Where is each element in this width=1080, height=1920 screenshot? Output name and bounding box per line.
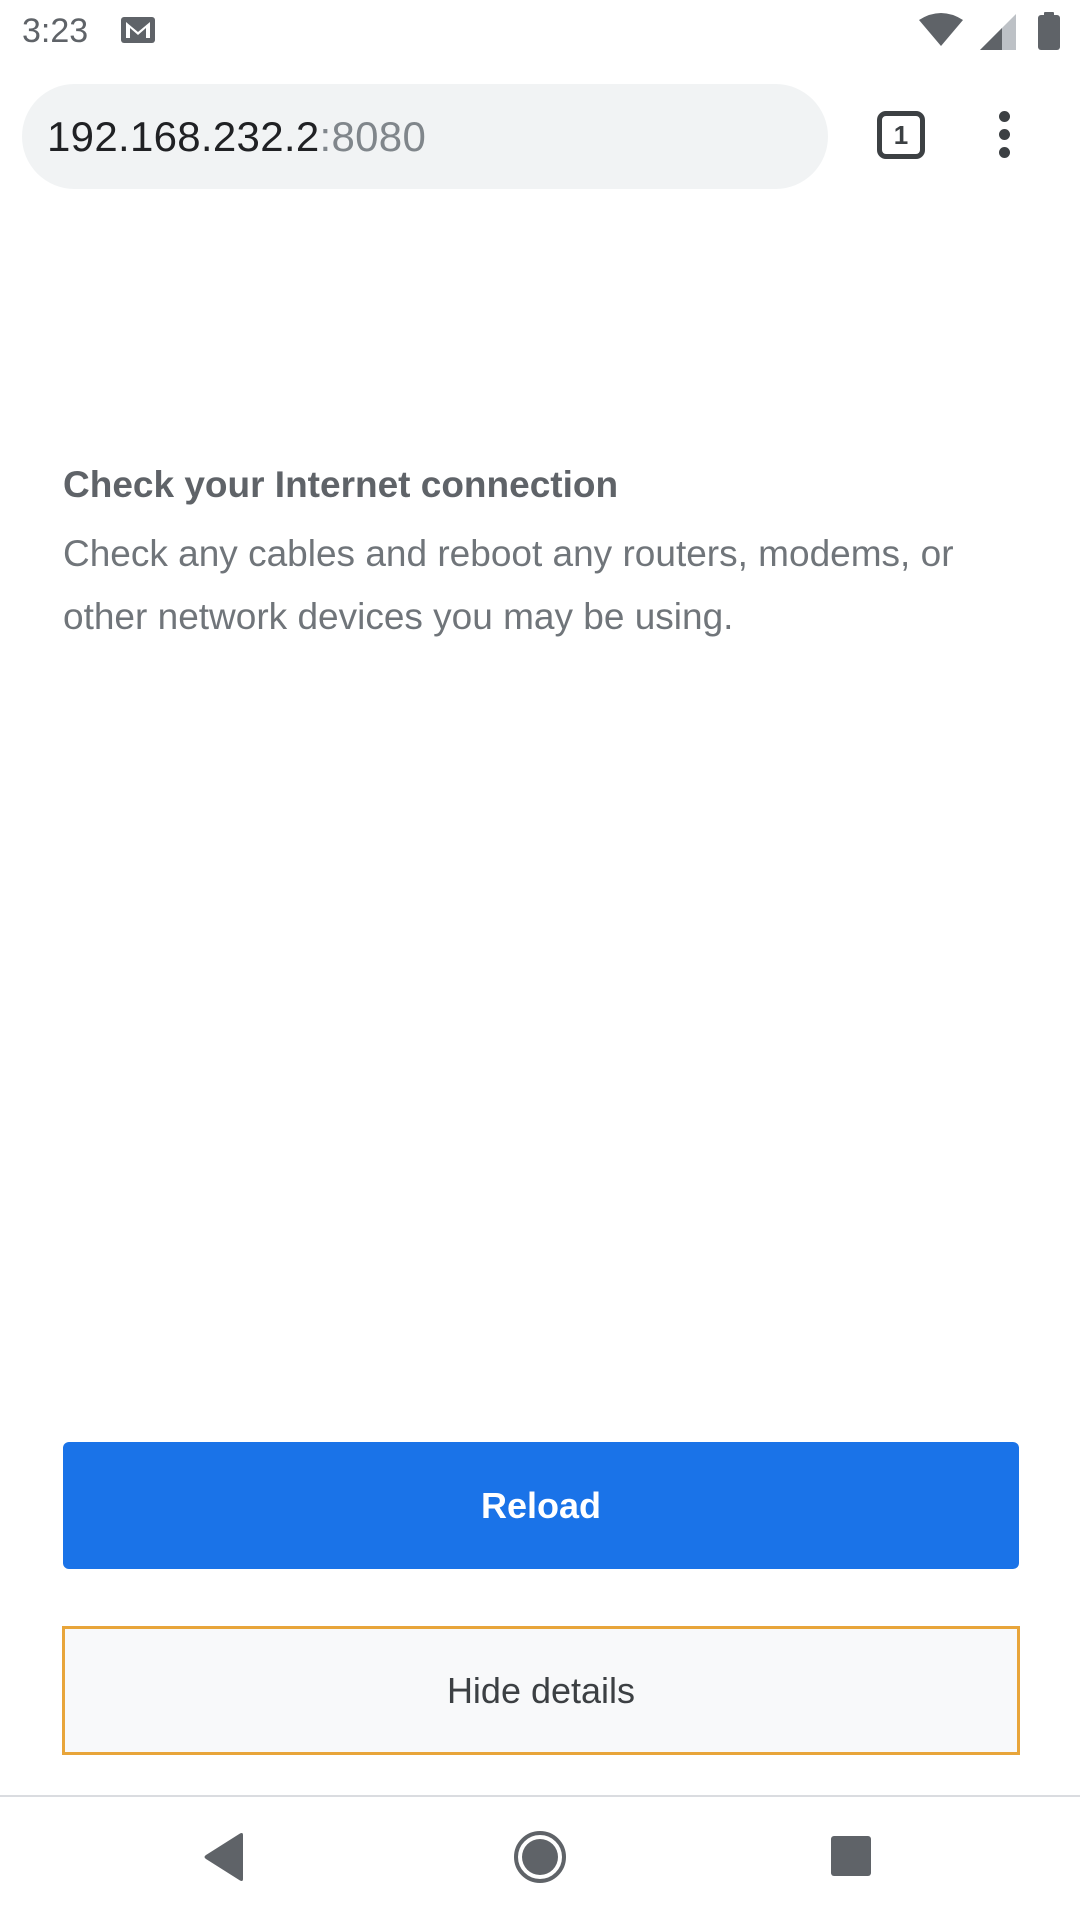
recents-icon[interactable]	[830, 1835, 872, 1877]
tab-count: 1	[893, 119, 909, 150]
status-bar: 3:23	[0, 0, 1080, 63]
status-time: 3:23	[22, 12, 89, 50]
menu-dot	[999, 129, 1010, 140]
back-icon[interactable]	[203, 1832, 247, 1882]
error-heading: Check your Internet connection	[63, 464, 619, 505]
home-icon[interactable]	[513, 1830, 567, 1884]
hide-details-button[interactable]: Hide details	[62, 1626, 1020, 1755]
wifi-icon	[919, 13, 963, 46]
battery-icon	[1038, 12, 1060, 50]
url-host: 192.168.232.2	[47, 112, 320, 160]
url-port: :8080	[319, 112, 427, 160]
cellular-signal-icon	[980, 14, 1016, 50]
url-bar[interactable]: 192.168.232.2:8080	[22, 84, 828, 189]
reload-button[interactable]: Reload	[63, 1442, 1019, 1569]
tab-switcher-button[interactable]: 1	[877, 111, 925, 159]
menu-dot	[999, 147, 1010, 158]
browser-toolbar: 192.168.232.2:8080 1	[0, 63, 1080, 208]
menu-dot	[999, 111, 1010, 122]
more-vert-icon[interactable]	[985, 107, 1025, 163]
navigation-bar	[0, 1797, 1080, 1920]
error-description: Check any cables and reboot any routers,…	[63, 533, 954, 637]
gmail-icon	[121, 17, 155, 43]
